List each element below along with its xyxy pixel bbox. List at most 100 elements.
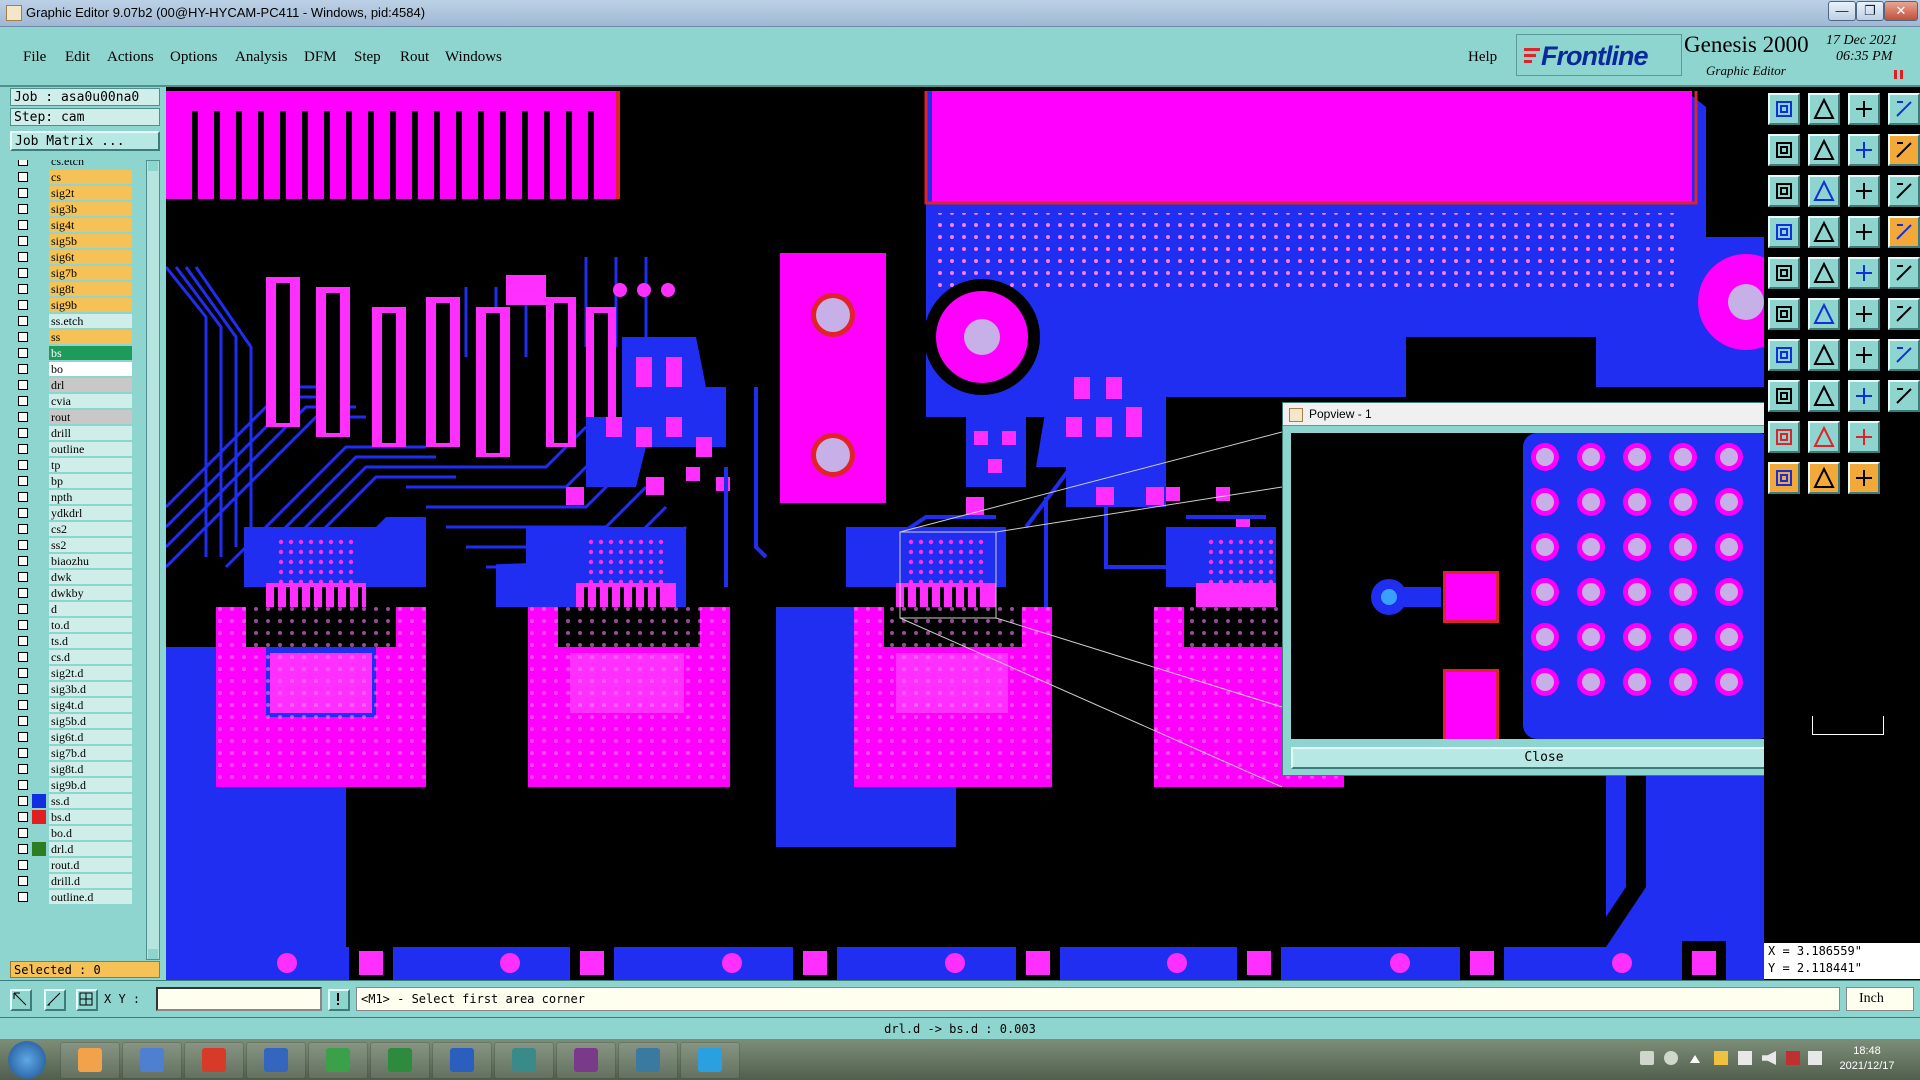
- layer-row[interactable]: sig4t.d: [12, 698, 132, 712]
- minus-button[interactable]: [1808, 380, 1840, 412]
- layer-name[interactable]: drl.d: [49, 842, 132, 856]
- layer-name[interactable]: cvia: [49, 394, 132, 408]
- open-job-button[interactable]: [1768, 93, 1800, 125]
- layer-row[interactable]: drill.d: [12, 874, 132, 888]
- layer-checkbox[interactable]: [18, 812, 28, 822]
- layer-row[interactable]: rout.d: [12, 858, 132, 872]
- layer-row[interactable]: sig2t.d: [12, 666, 132, 680]
- layer-row[interactable]: cvia: [12, 394, 132, 408]
- layer-row[interactable]: outline.d: [12, 890, 132, 904]
- layer-name[interactable]: to.d: [49, 618, 132, 632]
- select-tool-button[interactable]: [10, 989, 32, 1011]
- menu-windows[interactable]: Windows: [445, 49, 502, 66]
- layer-name[interactable]: dwkby: [49, 586, 132, 600]
- triangle-2-button[interactable]: [1808, 421, 1840, 453]
- rotate-button[interactable]: [1888, 134, 1920, 166]
- arc-button[interactable]: [1848, 339, 1880, 371]
- layer-row[interactable]: ss.d: [12, 794, 132, 808]
- layer-checkbox[interactable]: [18, 348, 28, 358]
- layer-name[interactable]: bp: [49, 474, 132, 488]
- triangle-3-button[interactable]: [1848, 421, 1880, 453]
- layer-name[interactable]: biaozhu: [49, 554, 132, 568]
- layer-checkbox[interactable]: [18, 160, 28, 166]
- layer-checkbox[interactable]: [18, 364, 28, 374]
- layer-name[interactable]: sig6t: [49, 250, 132, 264]
- layer-row[interactable]: ss: [12, 330, 132, 344]
- layer-checkbox[interactable]: [18, 636, 28, 646]
- layer-row[interactable]: sig8t.d: [12, 762, 132, 776]
- menu-analysis[interactable]: Analysis: [235, 49, 288, 66]
- layer-name[interactable]: sig4t.d: [49, 698, 132, 712]
- layer-checkbox[interactable]: [18, 652, 28, 662]
- layer-name[interactable]: rout.d: [49, 858, 132, 872]
- layer-name[interactable]: bs: [49, 346, 132, 360]
- layer-checkbox[interactable]: [18, 412, 28, 422]
- window-titlebar[interactable]: Graphic Editor 9.07b2 (00@HY-HYCAM-PC411…: [0, 0, 1920, 27]
- layer-name[interactable]: sig9b.d: [49, 778, 132, 792]
- popview-titlebar[interactable]: Popview - 1: [1283, 403, 1803, 426]
- taskbar-project-button[interactable]: [308, 1042, 368, 1079]
- layer-name[interactable]: ss.d: [49, 794, 132, 808]
- layer-row[interactable]: drl: [12, 378, 132, 392]
- layer-row[interactable]: sig2t: [12, 186, 132, 200]
- tray-volume-icon[interactable]: [1762, 1051, 1776, 1065]
- layer-row[interactable]: dwkby: [12, 586, 132, 600]
- zoom-fit-button[interactable]: [1768, 175, 1800, 207]
- route-tool-2-button[interactable]: [1888, 216, 1920, 248]
- grid-small-button[interactable]: [1848, 380, 1880, 412]
- layer-name[interactable]: cs.etch: [49, 160, 132, 168]
- layer-checkbox[interactable]: [18, 220, 28, 230]
- layer-row[interactable]: sig7b: [12, 266, 132, 280]
- tray-ime-icon[interactable]: [1786, 1051, 1800, 1065]
- layer-name[interactable]: bo: [49, 362, 132, 376]
- layer-name[interactable]: ss.etch: [49, 314, 132, 328]
- layer-row[interactable]: sig9b.d: [12, 778, 132, 792]
- layer-row[interactable]: drill: [12, 426, 132, 440]
- layer-name[interactable]: ss2: [49, 538, 132, 552]
- layer-row[interactable]: outline: [12, 442, 132, 456]
- layer-row[interactable]: sig5b.d: [12, 714, 132, 728]
- pan-right-button[interactable]: [1808, 134, 1840, 166]
- layer-checkbox[interactable]: [18, 524, 28, 534]
- layer-checkbox[interactable]: [18, 620, 28, 630]
- menu-rout[interactable]: Rout: [400, 49, 429, 66]
- layer-checkbox[interactable]: [18, 300, 28, 310]
- layer-checkbox[interactable]: [18, 332, 28, 342]
- taskbar-camera-button[interactable]: [618, 1042, 678, 1079]
- taskbar-eye-viewer-button[interactable]: [494, 1042, 554, 1079]
- select-arrow-button[interactable]: [1768, 462, 1800, 494]
- layer-name[interactable]: sig3b: [49, 202, 132, 216]
- layer-checkbox[interactable]: [18, 588, 28, 598]
- popview-window[interactable]: Popview - 1 Close: [1282, 402, 1804, 776]
- net-button[interactable]: [1888, 298, 1920, 330]
- layer-row[interactable]: dwk: [12, 570, 132, 584]
- layer-row[interactable]: bs: [12, 346, 132, 360]
- layer-name[interactable]: sig2t.d: [49, 666, 132, 680]
- layer-row[interactable]: sig6t: [12, 250, 132, 264]
- layer-checkbox[interactable]: [18, 860, 28, 870]
- layer-name[interactable]: tp: [49, 458, 132, 472]
- minimize-button[interactable]: —: [1828, 1, 1856, 21]
- layer-name[interactable]: ss: [49, 330, 132, 344]
- layer-row[interactable]: ts.d: [12, 634, 132, 648]
- route-tool-button[interactable]: [1848, 216, 1880, 248]
- layer-name[interactable]: outline: [49, 442, 132, 456]
- layer-checkbox[interactable]: [18, 508, 28, 518]
- layer-row[interactable]: cs.d: [12, 650, 132, 664]
- layer-checkbox[interactable]: [18, 380, 28, 390]
- layer-list-scrollbar[interactable]: [146, 160, 160, 960]
- layer-row[interactable]: ss2: [12, 538, 132, 552]
- layer-checkbox[interactable]: [18, 828, 28, 838]
- layer-name[interactable]: ts.d: [49, 634, 132, 648]
- node-button[interactable]: [1768, 298, 1800, 330]
- close-window-button[interactable]: ✕: [1884, 1, 1918, 21]
- layer-checkbox[interactable]: [18, 428, 28, 438]
- pad-button[interactable]: [1768, 257, 1800, 289]
- layer-checkbox[interactable]: [18, 716, 28, 726]
- layer-row[interactable]: npth: [12, 490, 132, 504]
- layer-row[interactable]: bo.d: [12, 826, 132, 840]
- tray-flag-icon[interactable]: [1714, 1051, 1728, 1065]
- job-matrix-button[interactable]: Job Matrix ...: [10, 131, 160, 151]
- tray-help-icon[interactable]: [1664, 1051, 1678, 1065]
- query-button[interactable]: [1888, 175, 1920, 207]
